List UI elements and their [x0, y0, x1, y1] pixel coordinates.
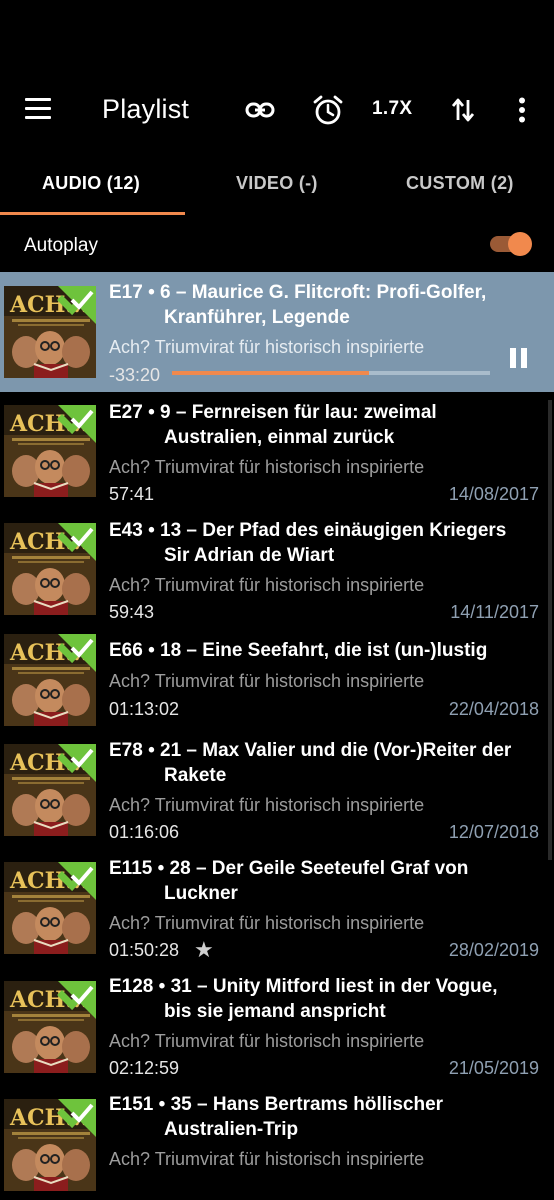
- podcast-name: Ach? Triumvirat für historisch inspirier…: [109, 1149, 425, 1169]
- sort-icon[interactable]: [448, 90, 478, 130]
- episode-duration: 57:41: [109, 484, 155, 504]
- episode-date: 21/05/2019: [448, 1058, 539, 1078]
- episode-date: 14/08/2017: [448, 484, 539, 504]
- episode-title: E27 • 9 – Fernreisen für lau: zweimal Au…: [109, 402, 437, 448]
- episode-title: E66 • 18 – Eine Seefahrt, die ist (un-)l…: [109, 640, 488, 661]
- episode-duration: 59:43: [109, 602, 155, 622]
- list-item[interactable]: ACH... E128 • 31 – Unity Mitford liest i…: [0, 972, 554, 1090]
- episode-title: E78 • 21 – Max Valier und die (Vor-)Reit…: [109, 740, 512, 786]
- episode-title: E151 • 35 – Hans Bertrams höllischer Aus…: [109, 1094, 444, 1140]
- episode-title: E128 • 31 – Unity Mitford liest in der V…: [109, 976, 498, 1022]
- list-item[interactable]: ACH... E115 • 28 – Der Geile Seeteufel G…: [0, 854, 554, 972]
- episode-artwork: ACH...: [4, 862, 96, 954]
- podcast-name: Ach? Triumvirat für historisch inspirier…: [109, 913, 425, 933]
- app-bar: Playlist 1.7X: [0, 0, 554, 160]
- episode-duration: 01:50:28: [109, 940, 180, 960]
- podcast-name: Ach? Triumvirat für historisch inspirier…: [109, 457, 425, 477]
- tab-audio[interactable]: AUDIO (12): [42, 173, 140, 194]
- episode-duration: 02:12:59: [109, 1058, 180, 1078]
- episode-date: 14/11/2017: [450, 602, 539, 622]
- episode-date: 22/04/2018: [448, 699, 539, 719]
- episode-remaining-time: -33:20: [109, 365, 161, 385]
- played-check-icon: [58, 981, 96, 1019]
- menu-icon[interactable]: [22, 94, 56, 124]
- list-item[interactable]: ACH... E151 • 35 – Hans Bertrams höllisc…: [0, 1090, 554, 1200]
- episode-artwork: ACH...: [4, 405, 96, 497]
- played-check-icon: [58, 523, 96, 561]
- played-check-icon: [58, 1099, 96, 1137]
- list-item[interactable]: ACH... E17 • 6 – Maurice G. Flitcroft: P…: [0, 272, 554, 392]
- list-item[interactable]: ACH... E78 • 21 – Max Valier und die (Vo…: [0, 736, 554, 854]
- podcast-name: Ach? Triumvirat für historisch inspirier…: [109, 575, 425, 595]
- scrollbar[interactable]: [548, 400, 552, 860]
- podcast-name: Ach? Triumvirat für historisch inspirier…: [109, 795, 425, 815]
- list-item[interactable]: ACH... E66 • 18 – Eine Seefahrt, die ist…: [0, 628, 554, 736]
- tab-video[interactable]: VIDEO (-): [236, 173, 318, 194]
- episode-title: E115 • 28 – Der Geile Seeteufel Graf von…: [109, 858, 469, 904]
- episode-title: E43 • 13 – Der Pfad des einäugigen Krieg…: [109, 520, 507, 566]
- played-check-icon: [58, 405, 96, 443]
- tab-bar: AUDIO (12) VIDEO (-) CUSTOM (2): [0, 160, 554, 216]
- favorite-star-icon: ★: [194, 937, 214, 962]
- episode-title: E17 • 6 – Maurice G. Flitcroft: Profi-Go…: [109, 282, 487, 328]
- episode-date: 28/02/2019: [448, 940, 539, 960]
- episode-artwork: ACH...: [4, 981, 96, 1073]
- podcast-name: Ach? Triumvirat für historisch inspirier…: [109, 671, 425, 691]
- played-check-icon: [58, 862, 96, 900]
- progress-fill: [172, 371, 370, 375]
- played-check-icon: [58, 286, 96, 324]
- tab-indicator: [0, 212, 185, 215]
- episode-artwork: ACH...: [4, 286, 96, 378]
- episode-date: 12/07/2018: [448, 822, 539, 842]
- episode-artwork: ACH...: [4, 744, 96, 836]
- autoplay-row: Autoplay: [0, 218, 554, 272]
- alarm-icon[interactable]: [310, 90, 346, 130]
- played-check-icon: [58, 744, 96, 782]
- played-check-icon: [58, 634, 96, 672]
- autoplay-label: Autoplay: [24, 235, 98, 256]
- list-item[interactable]: ACH... E43 • 13 – Der Pfad des einäugige…: [0, 510, 554, 628]
- episode-artwork: ACH...: [4, 523, 96, 615]
- page-title: Playlist: [102, 94, 190, 124]
- pause-icon[interactable]: [508, 348, 530, 370]
- list-item[interactable]: ACH... E27 • 9 – Fernreisen für lau: zwe…: [0, 392, 554, 510]
- podcast-name: Ach? Triumvirat für historisch inspirier…: [109, 1031, 425, 1051]
- link-icon[interactable]: [242, 90, 278, 130]
- autoplay-toggle[interactable]: [490, 232, 534, 256]
- podcast-name: Ach? Triumvirat für historisch inspirier…: [109, 337, 425, 357]
- more-vert-icon[interactable]: [510, 90, 534, 130]
- episode-duration: 01:13:02: [109, 699, 180, 719]
- episode-duration: 01:16:06: [109, 822, 180, 842]
- episode-progress-bar: [172, 371, 490, 375]
- tab-custom[interactable]: CUSTOM (2): [406, 173, 514, 194]
- episode-artwork: ACH...: [4, 1099, 96, 1191]
- playback-speed-button[interactable]: 1.7X: [372, 98, 412, 120]
- episode-artwork: ACH...: [4, 634, 96, 726]
